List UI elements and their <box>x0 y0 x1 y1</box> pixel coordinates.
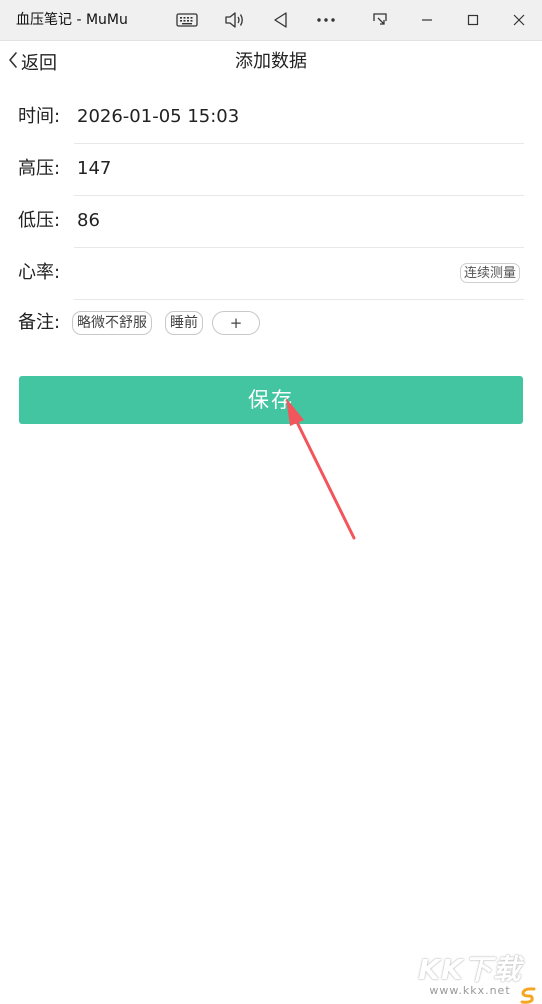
watermark-logo-icon <box>520 987 536 1004</box>
watermark-main: KK下载 <box>418 953 522 986</box>
watermark-url: www.kkx.net <box>429 984 511 997</box>
watermark: KK下载 www.kkx.net <box>414 948 536 1004</box>
annotation-arrow <box>286 398 356 540</box>
